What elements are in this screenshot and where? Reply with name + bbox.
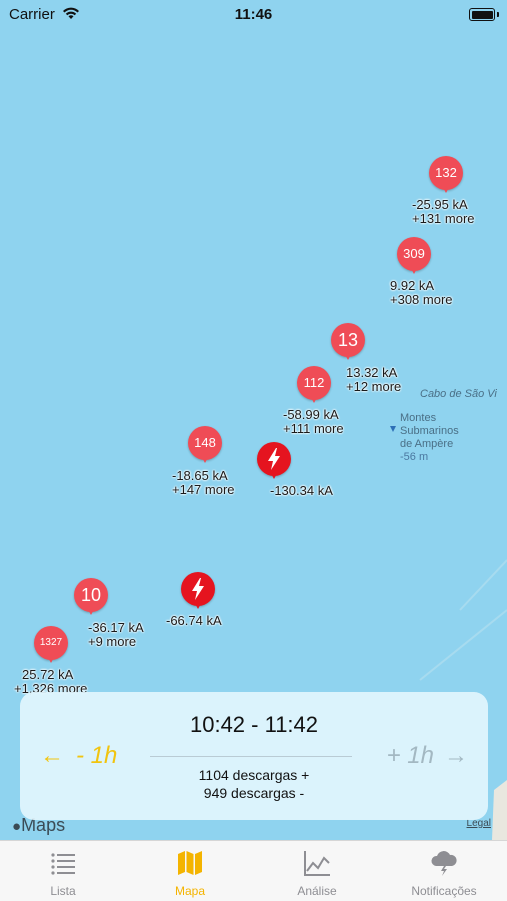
next-hour-button[interactable]: + 1h → bbox=[387, 742, 468, 770]
clock: 11:46 bbox=[234, 6, 273, 23]
previous-hour-label: - 1h bbox=[76, 742, 118, 769]
seamount-marker-icon bbox=[390, 426, 396, 432]
chart-icon bbox=[304, 851, 330, 876]
apple-logo-icon: ● bbox=[12, 818, 22, 835]
tab-lista[interactable]: Lista bbox=[0, 841, 126, 901]
cluster-pin[interactable]: 309 bbox=[397, 237, 431, 277]
depth-label: -56 m bbox=[400, 451, 429, 463]
cluster-more: +131 more bbox=[412, 211, 475, 226]
place-label-montes: Montes Submarinos de Ampère -56 m bbox=[400, 412, 459, 464]
cluster-pin[interactable]: 112 bbox=[297, 366, 331, 406]
cluster-label: 13.32 kA +12 more bbox=[346, 366, 401, 394]
place-label-line: Submarinos bbox=[400, 425, 459, 437]
time-range: 10:42 - 11:42 bbox=[189, 712, 319, 737]
strike-label: -130.34 kA bbox=[270, 483, 333, 498]
positive-discharge-count: 1104 descargas + bbox=[198, 767, 310, 783]
cluster-pin[interactable]: 148 bbox=[188, 426, 222, 466]
cluster-value: 13.32 kA bbox=[346, 365, 398, 380]
cluster-more: +308 more bbox=[390, 292, 453, 307]
tab-label: Notificações bbox=[411, 884, 477, 898]
arrow-right-icon: → bbox=[444, 742, 468, 769]
lightning-strike-pin[interactable] bbox=[257, 442, 291, 482]
cluster-pin[interactable]: 132 bbox=[429, 156, 463, 196]
place-label-cabo: Cabo de São Vi bbox=[420, 388, 497, 400]
lightning-strike-pin[interactable] bbox=[181, 572, 215, 612]
cluster-label: 9.92 kA +308 more bbox=[390, 279, 453, 307]
cluster-label: -18.65 kA +147 more bbox=[172, 469, 235, 497]
tab-notificacoes[interactable]: Notificações bbox=[381, 841, 507, 901]
next-hour-label: + 1h bbox=[386, 742, 434, 769]
list-icon bbox=[51, 853, 75, 875]
cluster-more: +147 more bbox=[172, 482, 235, 497]
previous-hour-button[interactable]: ← - 1h bbox=[40, 742, 117, 770]
cluster-more: +111 more bbox=[283, 421, 344, 436]
time-range-panel: 10:42 - 11:42 ← - 1h + 1h → 1104 descargas… bbox=[20, 692, 488, 820]
tab-label: Análise bbox=[297, 884, 337, 898]
battery-tip bbox=[497, 12, 499, 17]
cluster-label: -25.95 kA +131 more bbox=[412, 198, 475, 226]
place-label-line: Montes bbox=[400, 412, 437, 424]
place-label-line: de Ampère bbox=[400, 438, 454, 450]
cluster-value: -25.95 kA bbox=[412, 197, 468, 212]
tab-label: Mapa bbox=[174, 884, 206, 898]
cluster-more: +9 more bbox=[88, 634, 137, 649]
cluster-pin[interactable]: 13 bbox=[331, 323, 365, 363]
strike-label: -66.74 kA bbox=[166, 613, 222, 628]
cluster-label: -36.17 kA +9 more bbox=[88, 621, 144, 649]
map-icon bbox=[178, 851, 202, 875]
cluster-value: -18.65 kA bbox=[172, 468, 228, 483]
cluster-more: +12 more bbox=[346, 379, 402, 394]
storm-cloud-icon bbox=[431, 851, 457, 876]
arrow-left-icon: ← bbox=[40, 742, 64, 769]
cluster-value: -58.99 kA bbox=[283, 407, 339, 422]
cluster-pin[interactable]: 1327 bbox=[34, 626, 68, 666]
tab-bar: Lista Mapa Análise Notificações bbox=[0, 840, 507, 901]
tab-label: Lista bbox=[50, 884, 76, 898]
cluster-value: -36.17 kA bbox=[88, 620, 144, 635]
tab-analise[interactable]: Análise bbox=[254, 841, 380, 901]
cluster-label: -58.99 kA +111 more bbox=[283, 408, 344, 436]
cluster-value: 9.92 kA bbox=[390, 278, 435, 293]
divider bbox=[150, 756, 352, 757]
negative-discharge-count: 949 descargas - bbox=[203, 785, 305, 801]
tab-mapa[interactable]: Mapa bbox=[127, 841, 253, 901]
cluster-pin[interactable]: 10 bbox=[74, 578, 108, 618]
status-bar: Carrier 11:46 bbox=[0, 0, 507, 30]
cluster-value: 25.72 kA bbox=[22, 667, 74, 682]
battery-icon bbox=[469, 8, 495, 21]
